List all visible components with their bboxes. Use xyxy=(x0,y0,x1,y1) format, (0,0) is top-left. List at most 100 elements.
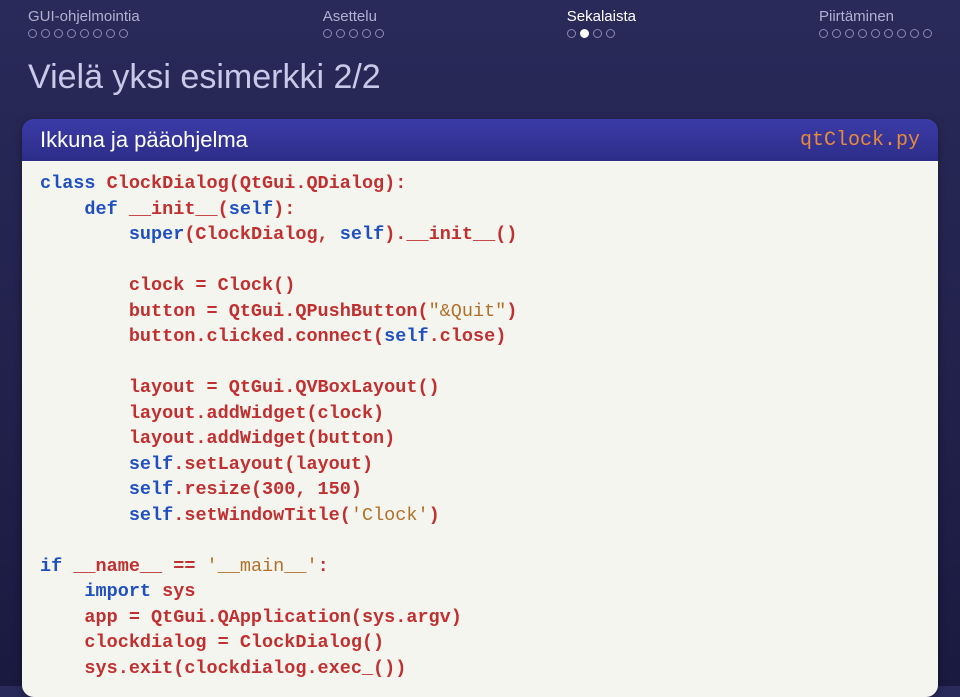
code-line: if __name__ == '__main__': xyxy=(40,554,920,580)
code-token: "&Quit" xyxy=(429,301,507,322)
code-token: ).__init__() xyxy=(384,224,517,245)
code-token: def xyxy=(84,199,117,220)
nav-item[interactable]: Sekalaista xyxy=(567,8,636,38)
code-token: layout.addWidget(button) xyxy=(129,428,395,449)
code-line: app = QtGui.QApplication(sys.argv) xyxy=(40,605,920,631)
code-token: ClockDialog(QtGui.QDialog): xyxy=(96,173,407,194)
code-token: self xyxy=(129,454,173,475)
progress-dot xyxy=(606,29,615,38)
code-token: ) xyxy=(429,505,440,526)
code-line: layout = QtGui.QVBoxLayout() xyxy=(40,375,920,401)
progress-dot xyxy=(580,29,589,38)
code-token: class xyxy=(40,173,96,194)
code-token: (ClockDialog, xyxy=(184,224,339,245)
page-title: Vielä yksi esimerkki 2/2 xyxy=(0,40,960,119)
block-heading: Ikkuna ja pääohjelma xyxy=(40,127,248,153)
code-line: class ClockDialog(QtGui.QDialog): xyxy=(40,171,920,197)
code-blank-line xyxy=(40,248,920,274)
nav-label: GUI-ohjelmointia xyxy=(28,8,140,25)
nav-item[interactable]: GUI-ohjelmointia xyxy=(28,8,140,38)
code-body: class ClockDialog(QtGui.QDialog):def __i… xyxy=(22,161,938,697)
progress-dot xyxy=(349,29,358,38)
code-token: self xyxy=(129,505,173,526)
code-token: : xyxy=(318,556,329,577)
code-line: self.resize(300, 150) xyxy=(40,477,920,503)
progress-dot xyxy=(897,29,906,38)
code-line: self.setLayout(layout) xyxy=(40,452,920,478)
code-token: if xyxy=(40,556,62,577)
progress-dot xyxy=(884,29,893,38)
code-token: layout = QtGui.QVBoxLayout() xyxy=(129,377,440,398)
progress-dot xyxy=(923,29,932,38)
code-token: app = QtGui.QApplication(sys.argv) xyxy=(84,607,461,628)
progress-dot xyxy=(362,29,371,38)
code-line: def __init__(self): xyxy=(40,197,920,223)
progress-dot xyxy=(832,29,841,38)
code-line: clock = Clock() xyxy=(40,273,920,299)
progress-dot xyxy=(819,29,828,38)
progress-dot xyxy=(67,29,76,38)
block-header: Ikkuna ja pääohjelma qtClock.py xyxy=(22,119,938,161)
code-token: layout.addWidget(clock) xyxy=(129,403,384,424)
code-blank-line xyxy=(40,528,920,554)
progress-dot xyxy=(858,29,867,38)
progress-dot xyxy=(375,29,384,38)
progress-dots xyxy=(819,29,932,38)
code-line: layout.addWidget(button) xyxy=(40,426,920,452)
code-block: Ikkuna ja pääohjelma qtClock.py class Cl… xyxy=(22,119,938,697)
code-token: ) xyxy=(506,301,517,322)
code-line: sys.exit(clockdialog.exec_()) xyxy=(40,656,920,682)
block-filename: qtClock.py xyxy=(800,129,920,152)
progress-dot xyxy=(106,29,115,38)
progress-dot xyxy=(593,29,602,38)
progress-dots xyxy=(28,29,128,38)
code-line: button = QtGui.QPushButton("&Quit") xyxy=(40,299,920,325)
progress-dot xyxy=(871,29,880,38)
code-line: clockdialog = ClockDialog() xyxy=(40,630,920,656)
progress-dots xyxy=(567,29,615,38)
progress-dot xyxy=(41,29,50,38)
code-token: '__main__' xyxy=(207,556,318,577)
nav-label: Piirtäminen xyxy=(819,8,894,25)
code-line: super(ClockDialog, self).__init__() xyxy=(40,222,920,248)
progress-dot xyxy=(80,29,89,38)
progress-dot xyxy=(910,29,919,38)
progress-dots xyxy=(323,29,384,38)
nav-item[interactable]: Asettelu xyxy=(323,8,384,38)
progress-dot xyxy=(323,29,332,38)
code-token: self xyxy=(129,479,173,500)
code-token: button.clicked.connect( xyxy=(129,326,384,347)
code-token: .setLayout(layout) xyxy=(173,454,373,475)
code-token: self xyxy=(229,199,273,220)
code-blank-line xyxy=(40,350,920,376)
code-line: button.clicked.connect(self.close) xyxy=(40,324,920,350)
code-token: 'Clock' xyxy=(351,505,429,526)
progress-dot xyxy=(119,29,128,38)
code-token: self xyxy=(384,326,428,347)
progress-dot xyxy=(845,29,854,38)
code-token: super xyxy=(129,224,185,245)
code-token: ): xyxy=(273,199,295,220)
code-token: import xyxy=(84,581,151,602)
code-token: sys.exit(clockdialog.exec_()) xyxy=(84,658,406,679)
nav-label: Asettelu xyxy=(323,8,377,25)
nav-item[interactable]: Piirtäminen xyxy=(819,8,932,38)
code-line: self.setWindowTitle('Clock') xyxy=(40,503,920,529)
code-token: self xyxy=(340,224,384,245)
nav-bar: GUI-ohjelmointia Asettelu Sekalaista Piirtä… xyxy=(0,0,960,40)
code-token: sys xyxy=(151,581,195,602)
code-token: clock = Clock() xyxy=(129,275,296,296)
nav-label: Sekalaista xyxy=(567,8,636,25)
progress-dot xyxy=(28,29,37,38)
progress-dot xyxy=(93,29,102,38)
code-token: __name__ == xyxy=(62,556,206,577)
progress-dot xyxy=(54,29,63,38)
code-line: layout.addWidget(clock) xyxy=(40,401,920,427)
progress-dot xyxy=(336,29,345,38)
code-token: clockdialog = ClockDialog() xyxy=(84,632,384,653)
code-token: .resize(300, 150) xyxy=(173,479,362,500)
code-line: import sys xyxy=(40,579,920,605)
progress-dot xyxy=(567,29,576,38)
code-token: .setWindowTitle( xyxy=(173,505,351,526)
code-token: button = QtGui.QPushButton( xyxy=(129,301,429,322)
